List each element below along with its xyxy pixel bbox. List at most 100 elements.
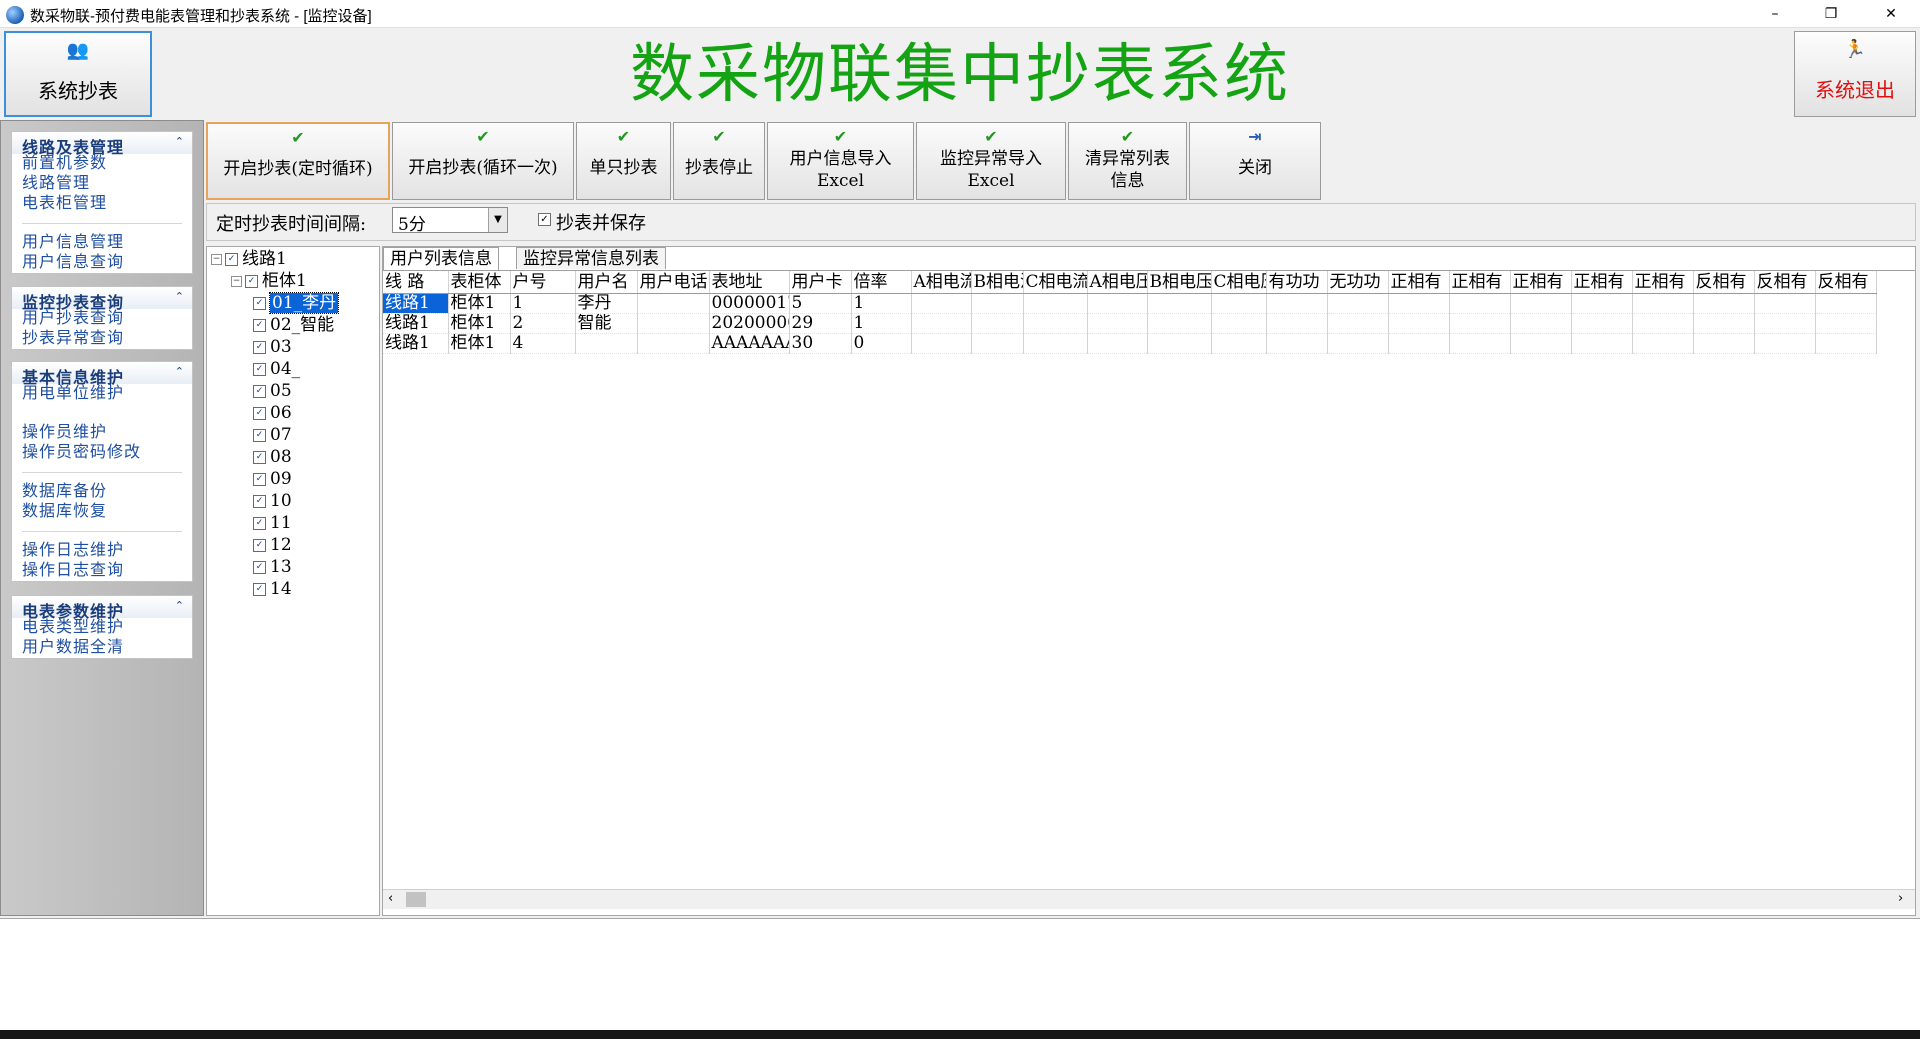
table-cell[interactable] [1211, 293, 1267, 314]
column-header[interactable]: 表地址 [709, 271, 790, 294]
table-cell[interactable] [1087, 293, 1148, 314]
column-header[interactable]: A相电流 [911, 271, 972, 294]
nav-group-header[interactable]: 监控抄表查询 ⌃ [12, 287, 192, 312]
tree-node-meter[interactable]: ✓ 05 [253, 381, 292, 401]
table-cell[interactable] [1449, 333, 1511, 354]
table-cell[interactable] [1266, 313, 1328, 334]
table-cell[interactable] [1449, 293, 1511, 314]
table-row[interactable]: 线路1柜体12智能 20200000291 [383, 313, 1877, 334]
nav-item-log-maint[interactable]: 操作日志维护 [12, 541, 192, 561]
table-cell[interactable] [1754, 293, 1816, 314]
tree-node-meter[interactable]: ✓ 14 [253, 579, 292, 599]
table-cell[interactable] [1388, 293, 1450, 314]
tree-checkbox[interactable]: ✓ [253, 583, 266, 596]
dropdown-arrow-icon[interactable]: ▼ [488, 208, 507, 232]
column-header[interactable]: 倍率 [851, 271, 912, 294]
tree-node-meter[interactable]: ✓ 03 [253, 337, 292, 357]
tree-checkbox[interactable]: ✓ [253, 363, 266, 376]
table-cell[interactable] [971, 313, 1024, 334]
tree-node-meter[interactable]: ✓ 06 [253, 403, 292, 423]
nav-item-anomaly-query[interactable]: 抄表异常查询 [12, 329, 192, 349]
table-cell[interactable] [637, 313, 710, 334]
column-header[interactable]: C相电流 [1023, 271, 1088, 294]
tree-node-line[interactable]: − ✓ 线路1 [211, 249, 287, 269]
table-cell[interactable]: 00000017 [709, 293, 790, 314]
tree-node-meter[interactable]: ✓ 07 [253, 425, 292, 445]
table-cell[interactable]: 20200000 [709, 313, 790, 334]
tree-checkbox[interactable]: ✓ [253, 385, 266, 398]
table-cell[interactable] [911, 333, 972, 354]
table-cell[interactable] [911, 313, 972, 334]
nav-item-db-restore[interactable]: 数据库恢复 [12, 502, 192, 522]
table-cell[interactable] [1510, 293, 1572, 314]
table-cell[interactable] [1815, 333, 1877, 354]
tree-node-meter[interactable]: ✓ 12 [253, 535, 292, 555]
table-cell[interactable]: 线路1 [383, 293, 449, 314]
tree-node-meter[interactable]: ✓ 04_ [253, 359, 300, 379]
nav-item-operator-maint[interactable]: 操作员维护 [12, 423, 192, 443]
table-cell[interactable] [1815, 293, 1877, 314]
table-cell[interactable] [1266, 333, 1328, 354]
table-cell[interactable] [637, 293, 710, 314]
tree-node-meter[interactable]: ✓ 10 [253, 491, 292, 511]
tree-node-cabinet[interactable]: − ✓ 柜体1 [231, 271, 307, 291]
column-header[interactable]: 无功功 [1327, 271, 1389, 294]
table-cell[interactable]: 柜体1 [448, 313, 511, 334]
tree-checkbox[interactable]: ✓ [253, 473, 266, 486]
start-once-loop-button[interactable]: ✔ 开启抄表(循环一次) [392, 122, 574, 200]
import-users-excel-button[interactable]: ✔ 用户信息导入 Excel [767, 122, 914, 200]
tab-user-list[interactable]: 用户列表信息 [383, 247, 499, 270]
table-cell[interactable] [1693, 333, 1755, 354]
table-cell[interactable] [1147, 333, 1212, 354]
table-cell[interactable] [1147, 293, 1212, 314]
column-header[interactable]: 正相有 [1571, 271, 1633, 294]
table-cell[interactable] [1327, 333, 1389, 354]
nav-item-user-query[interactable]: 用户信息查询 [12, 253, 192, 273]
table-cell[interactable] [1327, 313, 1389, 334]
column-header[interactable]: A相电压 [1087, 271, 1148, 294]
table-cell[interactable] [1510, 313, 1572, 334]
nav-item-password-change[interactable]: 操作员密码修改 [12, 443, 192, 463]
nav-group-header[interactable]: 电表参数维护 ⌃ [12, 596, 192, 621]
column-header[interactable]: 正相有 [1510, 271, 1572, 294]
table-cell[interactable]: 2 [510, 313, 576, 334]
tree-node-meter[interactable]: ✓ 09 [253, 469, 292, 489]
table-cell[interactable] [1693, 313, 1755, 334]
scroll-thumb[interactable] [406, 892, 426, 907]
table-cell[interactable]: 线路1 [383, 333, 449, 354]
tree-node-meter[interactable]: ✓ 08 [253, 447, 292, 467]
table-cell[interactable] [1266, 293, 1328, 314]
table-cell[interactable] [971, 293, 1024, 314]
table-cell[interactable] [575, 333, 638, 354]
column-header[interactable]: 有功功 [1266, 271, 1328, 294]
scroll-left-icon[interactable]: ‹ [388, 891, 393, 906]
table-cell[interactable] [1023, 293, 1088, 314]
tree-node-meter[interactable]: ✓ 11 [253, 513, 292, 533]
tree-node-meter[interactable]: ✓ 01_李丹 [253, 292, 340, 314]
nav-item-db-backup[interactable]: 数据库备份 [12, 482, 192, 502]
table-cell[interactable] [1632, 313, 1694, 334]
save-checkbox[interactable]: ✓ [538, 213, 551, 226]
column-header[interactable]: 户号 [510, 271, 576, 294]
column-header[interactable]: 表柜体 [448, 271, 511, 294]
system-read-button[interactable]: 👥 系统抄表 [4, 31, 152, 117]
table-cell[interactable] [1571, 333, 1633, 354]
table-cell[interactable]: 0 [851, 333, 912, 354]
table-cell[interactable] [1632, 293, 1694, 314]
column-header[interactable]: B相电压 [1147, 271, 1212, 294]
table-cell[interactable] [911, 293, 972, 314]
tree-checkbox[interactable]: ✓ [253, 451, 266, 464]
system-exit-button[interactable]: 🏃 系统退出 [1794, 31, 1916, 117]
table-cell[interactable]: 李丹 [575, 293, 638, 314]
table-cell[interactable] [1571, 313, 1633, 334]
start-timed-loop-button[interactable]: ✔ 开启抄表(定时循环) [206, 122, 390, 200]
column-header[interactable]: 用户电话 [637, 271, 710, 294]
table-cell[interactable] [1087, 313, 1148, 334]
table-cell[interactable]: 1 [851, 313, 912, 334]
single-read-button[interactable]: ✔ 单只抄表 [576, 122, 671, 200]
table-cell[interactable]: 柜体1 [448, 293, 511, 314]
table-cell[interactable] [1449, 313, 1511, 334]
tree-checkbox[interactable]: ✓ [253, 341, 266, 354]
column-header[interactable]: 正相有 [1632, 271, 1694, 294]
column-header[interactable]: B相电流 [971, 271, 1024, 294]
